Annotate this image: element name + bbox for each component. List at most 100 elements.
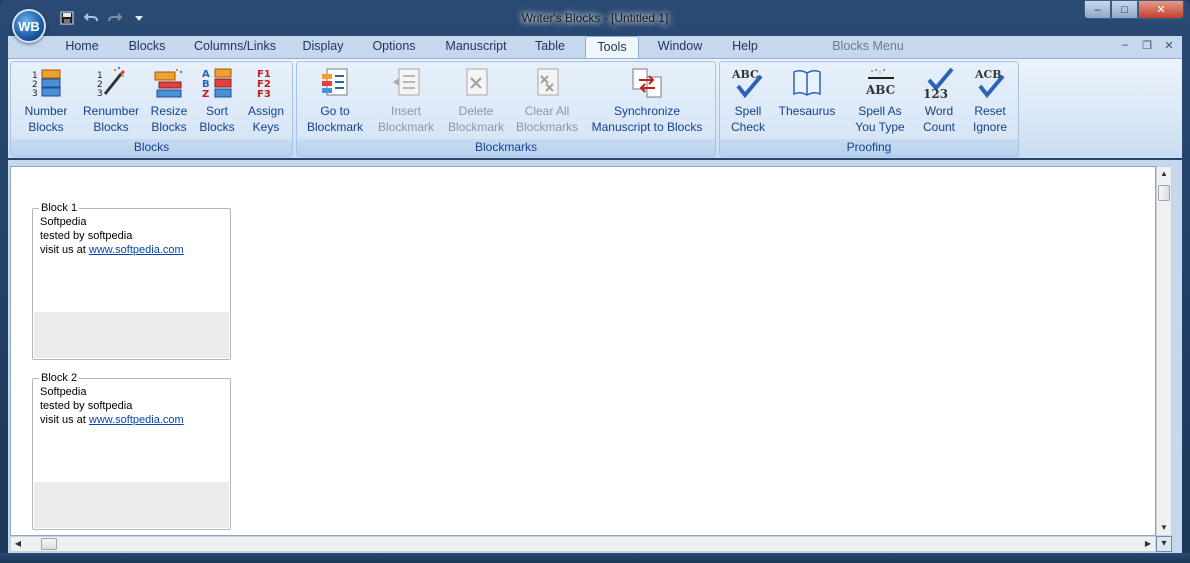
thesaurus-label-1: Thesaurus (778, 104, 836, 118)
insert-blockmark-label-1: Insert (390, 104, 421, 118)
thesaurus-book-icon (793, 69, 821, 96)
tab-options[interactable]: Options (366, 36, 422, 58)
synchronize-label-1: Synchronize (613, 104, 681, 118)
mdi-restore-button[interactable]: ❐ (1138, 39, 1156, 55)
spell-as-you-type-button[interactable]: ABC Spell As You Type (842, 66, 918, 135)
delete-blockmark-button[interactable]: Delete Blockmark (441, 66, 511, 135)
window-title: Writer's Blocks - [Untitled 1] (521, 11, 669, 25)
renumber-blocks-label-2: Blocks (93, 120, 129, 134)
sort-blocks-button[interactable]: A B Z Sort Blocks (195, 66, 239, 135)
clear-blockmarks-icon (537, 68, 559, 96)
resize-blocks-label-2: Blocks (151, 120, 187, 134)
scroll-left-arrow-icon[interactable]: ◀ (11, 537, 25, 551)
vertical-scroll-thumb[interactable] (1158, 185, 1170, 201)
spell-as-you-type-label-2: You Type (855, 120, 905, 134)
block-text-line: tested by softpedia (40, 230, 133, 242)
block-text-line: Softpedia (40, 386, 87, 398)
group-label-proofing: Proofing (720, 139, 1018, 156)
renumber-blocks-icon: 1 2 3 (97, 66, 126, 99)
svg-text:F3: F3 (257, 89, 271, 100)
delete-blockmark-label-1: Delete (458, 104, 494, 118)
spell-check-button[interactable]: ABC Spell Check (724, 66, 772, 135)
tab-columns-links[interactable]: Columns/Links (188, 36, 282, 58)
spell-as-you-type-label-1: Spell As (858, 104, 902, 118)
tab-table[interactable]: Table (528, 36, 572, 58)
insert-blockmark-label-2: Blockmark (377, 120, 434, 134)
goto-blockmark-icon (322, 68, 348, 96)
block-card[interactable]: Block 1 Softpedia tested by softpedia vi… (32, 202, 231, 360)
block-link[interactable]: www.softpedia.com (89, 244, 184, 256)
svg-text:123: 123 (923, 87, 948, 100)
synchronize-button[interactable]: Synchronize Manuscript to Blocks (587, 66, 707, 135)
window-controls: – □ ✕ (1084, 0, 1184, 19)
scroll-right-arrow-icon[interactable]: ▶ (1141, 537, 1155, 551)
vertical-scrollbar[interactable]: ▲ ▼ (1156, 166, 1172, 536)
goto-blockmark-button[interactable]: Go to Blockmark (299, 66, 371, 135)
insert-blockmark-button[interactable]: Insert Blockmark (371, 66, 441, 135)
tab-home[interactable]: Home (58, 36, 106, 58)
clear-all-blockmarks-button[interactable]: Clear All Blockmarks (511, 66, 583, 135)
word-count-icon: 123 (923, 67, 954, 100)
delete-blockmark-label-2: Blockmark (447, 120, 504, 134)
number-blocks-label-2: Blocks (28, 120, 64, 134)
clear-all-blockmarks-label-2: Blockmarks (515, 120, 578, 134)
assign-keys-button[interactable]: F1 F2 F3 Assign Keys (243, 66, 289, 135)
window-bottom-border (0, 553, 1190, 563)
reset-ignore-button[interactable]: ACB Reset Ignore (966, 66, 1014, 135)
mdi-close-button[interactable]: ✕ (1160, 39, 1178, 55)
renumber-blocks-button[interactable]: 1 2 3 Renumber Blocks (79, 66, 143, 135)
number-blocks-button[interactable]: 1 2 3 Number Blocks (17, 66, 75, 135)
block-text-line: Softpedia (40, 216, 87, 228)
app-window: WB Writer's Blocks - [Untitled 1] – □ ✕ … (0, 0, 1190, 563)
svg-text:Z: Z (202, 89, 209, 100)
group-blocks: 1 2 3 Number Blocks 1 2 3 Renumber Block… (10, 61, 293, 157)
tab-tools[interactable]: Tools (585, 36, 639, 58)
ribbon-panel: 1 2 3 Number Blocks 1 2 3 Renumber Block… (8, 58, 1182, 158)
scroll-down-arrow-icon[interactable]: ▼ (1157, 521, 1171, 535)
maximize-button[interactable]: □ (1111, 0, 1138, 19)
block-link[interactable]: www.softpedia.com (89, 414, 184, 426)
group-label-blockmarks: Blockmarks (297, 139, 715, 156)
svg-text:3: 3 (97, 89, 103, 99)
spell-check-icon: ABC (732, 68, 763, 99)
tab-window[interactable]: Window (650, 36, 710, 58)
app-logo-button[interactable]: WB (12, 9, 46, 43)
spell-check-label-2: Check (730, 120, 765, 134)
mdi-minimize-button[interactable]: – (1116, 39, 1134, 55)
resize-blocks-button[interactable]: Resize Blocks (147, 66, 191, 135)
spell-check-label-1: Spell (734, 104, 762, 118)
thesaurus-button[interactable]: Thesaurus (774, 66, 840, 119)
scroll-up-arrow-icon[interactable]: ▲ (1157, 167, 1171, 181)
tab-blocks[interactable]: Blocks (122, 36, 172, 58)
tab-manuscript[interactable]: Manuscript (438, 36, 514, 58)
word-count-button[interactable]: 123 Word Count (920, 66, 958, 135)
tab-blocks-menu[interactable]: Blocks Menu (826, 36, 910, 58)
group-blockmarks: Go to Blockmark Insert Blockmark Delete … (296, 61, 716, 157)
svg-text:ABC: ABC (865, 83, 895, 97)
block-card[interactable]: Block 2 Softpedia tested by softpedia vi… (32, 372, 231, 530)
assign-keys-label-2: Keys (252, 120, 280, 134)
page-down-corner-icon[interactable]: ▾ (1156, 536, 1172, 552)
block-text-line: visit us at www.softpedia.com (40, 244, 184, 256)
close-button[interactable]: ✕ (1138, 0, 1184, 19)
title-bar: WB Writer's Blocks - [Untitled 1] – □ ✕ (0, 0, 1190, 43)
tab-help[interactable]: Help (724, 36, 766, 58)
reset-ignore-label-2: Ignore (972, 120, 1008, 134)
blocks-document-area[interactable]: Block 1 Softpedia tested by softpedia vi… (10, 166, 1156, 536)
block-title: Block 2 (39, 372, 80, 384)
word-count-label-1: Word (924, 104, 954, 118)
horizontal-scrollbar[interactable]: ◀ ▶ (10, 536, 1156, 552)
svg-text:ACB: ACB (974, 68, 1002, 81)
goto-blockmark-label-2: Blockmark (306, 120, 363, 134)
reset-ignore-label-1: Reset (974, 104, 1006, 118)
ribbon-tab-row: Home Blocks Columns/Links Display Option… (8, 36, 1182, 58)
minimize-button[interactable]: – (1084, 0, 1111, 19)
horizontal-scroll-thumb[interactable] (41, 538, 57, 550)
block-text-prefix: visit us at (40, 414, 89, 426)
number-blocks-label-1: Number (24, 104, 68, 118)
tab-display[interactable]: Display (296, 36, 350, 58)
assign-keys-icon: F1 F2 F3 (257, 69, 271, 100)
clear-all-blockmarks-label-1: Clear All (524, 104, 570, 118)
spell-as-you-type-icon: ABC (865, 69, 895, 97)
sort-blocks-label-1: Sort (205, 104, 228, 118)
